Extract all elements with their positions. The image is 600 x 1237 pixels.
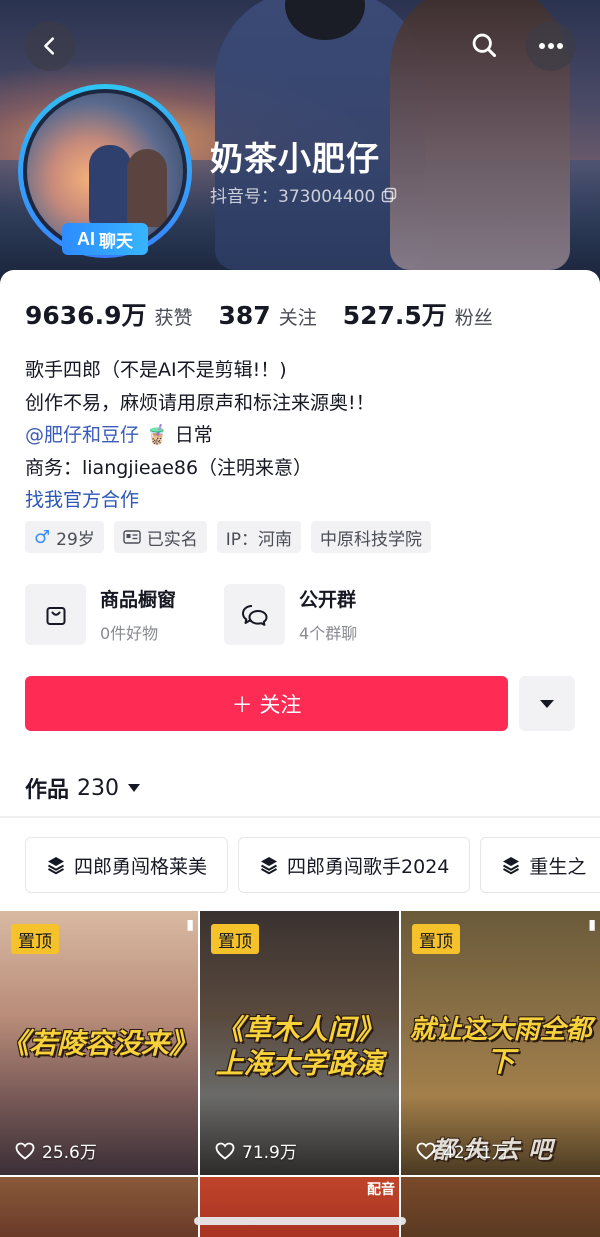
douyin-id-text: 抖音号：373004400: [210, 187, 376, 207]
age-tag: ♂ 29岁: [25, 521, 104, 553]
video-thumbnail[interactable]: 置顶 《草木人间》 上海大学路演 71.9万: [200, 911, 399, 1175]
video-thumbnail[interactable]: 置顶 ▮ 就让这大雨全都 下 都 失 去 吧 427.1万: [401, 911, 600, 1175]
collection-label: 四郎勇闯歌手2024: [287, 855, 450, 878]
shop-window-entry[interactable]: 商品橱窗 0件好物: [25, 584, 176, 645]
video-thumbnail[interactable]: 置顶 ▮ 《若陵容没来》 25.6万: [0, 911, 198, 1175]
home-indicator[interactable]: [194, 1217, 406, 1225]
section-divider: [0, 816, 600, 818]
caret-down-icon: [540, 699, 554, 708]
bio-line-2: 创作不易，麻烦请用原声和标注来源奥!！: [25, 391, 375, 414]
video-thumbnail[interactable]: [401, 1177, 600, 1237]
caret-down-icon: [128, 784, 141, 792]
search-icon: [472, 33, 497, 58]
ai-badge-ai: AI: [77, 228, 95, 249]
followers-label: 粉丝: [454, 307, 493, 329]
bio-mention-link[interactable]: @肥仔和豆仔: [25, 424, 139, 446]
works-count: 230: [77, 775, 120, 801]
likes-count[interactable]: 9636.9万: [25, 296, 146, 332]
profile-bio: 歌手四郎（不是AI不是剪辑!！) 创作不易，麻烦请用原声和标注来源奥!！ @肥仔…: [25, 354, 375, 517]
bio-line-3: @肥仔和豆仔 🧋 日常: [25, 419, 375, 452]
more-options-button[interactable]: [526, 21, 576, 71]
douyin-id[interactable]: 抖音号：373004400: [210, 182, 397, 207]
video-likes: 71.9万: [215, 1138, 297, 1163]
milk-tea-emoji: 🧋: [145, 424, 169, 446]
profile-card: 9636.9万 获赞 387 关注 527.5万 粉丝 歌手四郎（不是AI不是剪…: [0, 270, 600, 1237]
heart-icon: [416, 1142, 436, 1160]
likes-count-text: 71.9万: [242, 1143, 297, 1163]
video-caption-line-2: 下: [486, 1045, 515, 1078]
public-group-subtitle: 4个群聊: [299, 624, 358, 643]
collection-chip[interactable]: 重生之: [480, 837, 600, 893]
profile-shortcuts: 商品橱窗 0件好物 公开群 4个群聊: [25, 584, 357, 645]
verified-tag[interactable]: 已实名: [113, 521, 207, 553]
copy-icon: [382, 187, 397, 202]
search-button[interactable]: [466, 27, 502, 63]
video-caption-line-2: 上海大学路演: [215, 1047, 384, 1080]
ip-location-tag: IP：河南: [216, 521, 302, 553]
pinned-badge: 置顶: [211, 924, 259, 954]
age-text: 29岁: [56, 529, 95, 550]
works-tab[interactable]: 作品 230: [25, 772, 141, 804]
id-card-icon: [123, 530, 141, 544]
video-thumbnail[interactable]: 配音: [200, 1177, 399, 1237]
collection-label: 重生之: [529, 855, 587, 878]
video-caption-line-1: 《草木人间》: [215, 1013, 384, 1046]
chevron-left-icon: [44, 37, 55, 55]
collections-row: 四郎勇闯格莱美 四郎勇闯歌手2024 重生之: [25, 837, 600, 893]
following-count[interactable]: 387: [219, 301, 271, 330]
bag-icon: [25, 584, 86, 645]
shop-window-title: 商品橱窗: [100, 589, 177, 611]
following-label: 关注: [278, 307, 317, 329]
profile-tags: ♂ 29岁 已实名 IP：河南 中原科技学院: [25, 521, 432, 553]
likes-count-text: 427.1万: [443, 1143, 509, 1163]
followers-count[interactable]: 527.5万: [343, 296, 447, 332]
follow-button[interactable]: ＋ 关注: [25, 676, 508, 731]
bio-line-1: 歌手四郎（不是AI不是剪辑!！): [25, 359, 287, 381]
dubbing-mark: 配音: [367, 1182, 395, 1198]
avatar-figure-1: [89, 145, 131, 225]
video-grid: 置顶 ▮ 《若陵容没来》 25.6万 置顶 《草木人间》 上海大学路演 71.9…: [0, 911, 600, 1237]
official-cooperation-link[interactable]: 找我官方合作: [25, 484, 375, 517]
video-caption-line-1: 就让这大雨全都: [409, 1015, 592, 1045]
likes-count-text: 25.6万: [42, 1143, 97, 1163]
collection-chip[interactable]: 四郎勇闯歌手2024: [238, 837, 471, 893]
layers-icon: [261, 857, 278, 875]
collection-chip[interactable]: 四郎勇闯格莱美: [25, 837, 229, 893]
public-group-title: 公开群: [299, 589, 357, 611]
shop-window-subtitle: 0件好物: [100, 624, 159, 643]
video-likes: 427.1万: [416, 1138, 509, 1163]
profile-stats: 9636.9万 获赞 387 关注 527.5万 粉丝: [25, 296, 519, 332]
back-button[interactable]: [25, 21, 75, 71]
heart-icon: [215, 1142, 235, 1160]
corner-mark: ▮: [588, 917, 596, 933]
bio-line-4: 商务：liangjieae86（注明来意）: [25, 456, 313, 479]
works-label: 作品: [25, 778, 70, 803]
video-caption: 《若陵容没来》: [0, 1027, 197, 1060]
more-actions-dropdown[interactable]: [519, 676, 575, 731]
video-thumbnail[interactable]: [0, 1177, 198, 1237]
male-icon: ♂: [34, 526, 51, 548]
verified-text: 已实名: [146, 529, 198, 550]
bio-mention-suffix: 日常: [174, 424, 213, 446]
avatar-figure-2: [127, 149, 167, 227]
heart-icon: [15, 1142, 35, 1160]
layers-icon: [48, 857, 64, 875]
pinned-badge: 置顶: [11, 924, 59, 954]
pinned-badge: 置顶: [412, 924, 460, 954]
layers-icon: [503, 857, 520, 875]
school-tag[interactable]: 中原科技学院: [311, 521, 432, 553]
video-likes: 25.6万: [15, 1138, 97, 1163]
more-dots-icon: [539, 43, 563, 49]
likes-label: 获赞: [154, 307, 193, 329]
chat-bubbles-icon: [224, 584, 286, 645]
ai-chat-badge[interactable]: AI 聊天: [62, 223, 148, 255]
profile-nickname: 奶茶小肥仔: [210, 139, 380, 178]
corner-mark: ▮: [186, 917, 194, 933]
public-group-entry[interactable]: 公开群 4个群聊: [224, 584, 357, 645]
ai-badge-label: 聊天: [99, 231, 133, 252]
collection-label: 四郎勇闯格莱美: [74, 855, 208, 878]
